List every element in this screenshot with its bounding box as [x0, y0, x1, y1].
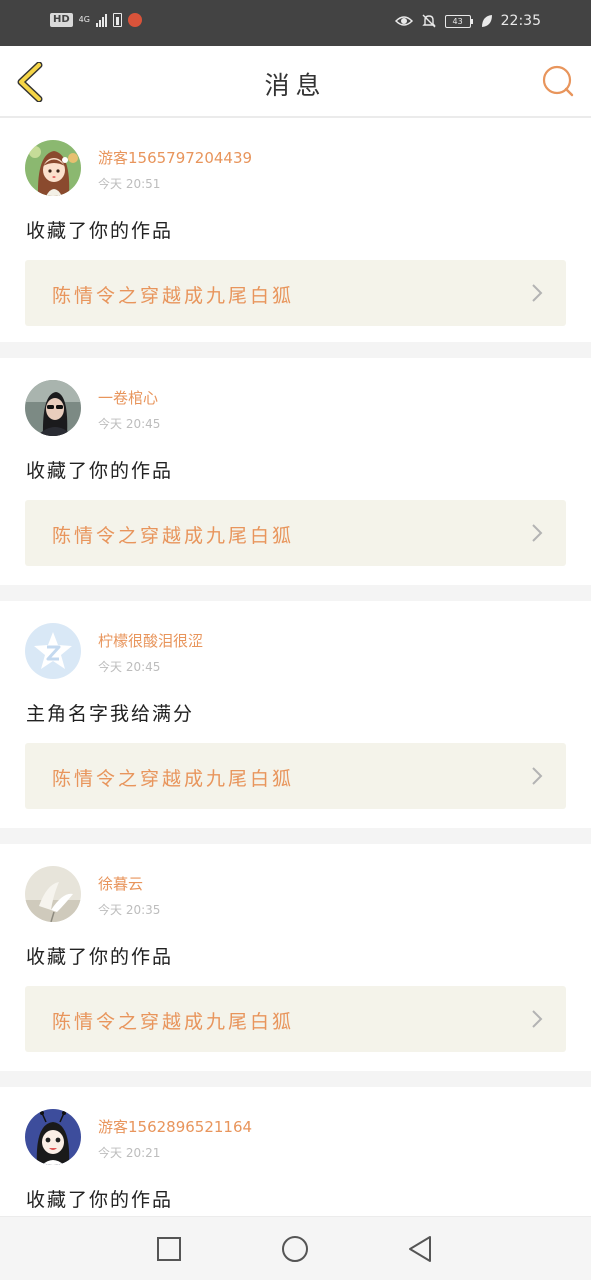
card-divider [0, 1071, 591, 1087]
chevron-right-icon [532, 767, 543, 785]
message-time: 今天 20:35 [98, 903, 161, 917]
home-button[interactable] [279, 1233, 311, 1265]
system-nav-bar [0, 1216, 591, 1280]
work-link[interactable]: 陈情令之穿越成九尾白狐 [25, 260, 566, 326]
message-time: 今天 20:45 [98, 417, 161, 431]
chevron-right-icon [532, 1010, 543, 1028]
mute-icon [421, 14, 436, 28]
clock: 22:35 [500, 13, 541, 29]
work-title: 陈情令之穿越成九尾白狐 [52, 1011, 295, 1033]
user-avatar[interactable] [25, 1109, 81, 1165]
leaf-icon [481, 15, 492, 27]
eye-comfort-icon [394, 16, 413, 26]
user-avatar[interactable] [25, 866, 81, 922]
page-title: 消息 [264, 71, 327, 100]
work-title: 陈情令之穿越成九尾白狐 [52, 768, 295, 790]
card-divider [0, 828, 591, 844]
user-avatar[interactable] [25, 623, 81, 679]
work-link[interactable]: 陈情令之穿越成九尾白狐 [25, 743, 566, 809]
recents-button[interactable] [153, 1233, 185, 1265]
message-time: 今天 20:21 [98, 1146, 161, 1160]
user-name[interactable]: 游客1562896521164 [98, 1116, 252, 1137]
status-bar: HD 4G 43 22:35 [0, 0, 591, 46]
user-avatar[interactable] [25, 140, 81, 196]
messages-screen: HD 4G 43 22:35 消息 游客1565797204439 今天 20:… [0, 0, 591, 1280]
work-link[interactable]: 陈情令之穿越成九尾白狐 [25, 500, 566, 566]
message-text: 收藏了你的作品 [26, 1189, 174, 1211]
chevron-right-icon [532, 284, 543, 302]
user-avatar[interactable] [25, 380, 81, 436]
message-text: 收藏了你的作品 [26, 220, 174, 242]
work-link[interactable]: 陈情令之穿越成九尾白狐 [25, 986, 566, 1052]
battery-icon: 43 [444, 14, 473, 28]
user-name[interactable]: 游客1565797204439 [98, 147, 252, 168]
message-time: 今天 20:51 [98, 177, 161, 191]
card-divider [0, 342, 591, 358]
nav-back-button[interactable] [404, 1233, 436, 1265]
app-header: 消息 [0, 46, 591, 118]
message-card: 徐暮云 今天 20:35 收藏了你的作品 陈情令之穿越成九尾白狐 [0, 844, 591, 1071]
user-name[interactable]: 一卷棺心 [98, 387, 158, 408]
hd-badge: HD [50, 13, 73, 27]
user-name[interactable]: 柠檬很酸泪很涩 [98, 630, 203, 651]
message-list: 游客1565797204439 今天 20:51 收藏了你的作品 陈情令之穿越成… [0, 118, 591, 1280]
search-button[interactable] [541, 64, 575, 98]
work-title: 陈情令之穿越成九尾白狐 [52, 285, 295, 307]
message-text: 收藏了你的作品 [26, 460, 174, 482]
signal-icon [95, 13, 107, 27]
card-divider [0, 585, 591, 601]
message-text: 主角名字我给满分 [26, 703, 195, 725]
message-time: 今天 20:45 [98, 660, 161, 674]
message-card: 一卷棺心 今天 20:45 收藏了你的作品 陈情令之穿越成九尾白狐 [0, 358, 591, 585]
chevron-right-icon [532, 524, 543, 542]
message-card: 柠檬很酸泪很涩 今天 20:45 主角名字我给满分 陈情令之穿越成九尾白狐 [0, 601, 591, 828]
app-notification-icon [127, 13, 142, 27]
message-text: 收藏了你的作品 [26, 946, 174, 968]
user-name[interactable]: 徐暮云 [98, 873, 143, 894]
message-card: 游客1565797204439 今天 20:51 收藏了你的作品 陈情令之穿越成… [0, 118, 591, 342]
network-type: 4G [78, 15, 90, 24]
battery-saver-icon [112, 13, 122, 27]
work-title: 陈情令之穿越成九尾白狐 [52, 525, 295, 547]
